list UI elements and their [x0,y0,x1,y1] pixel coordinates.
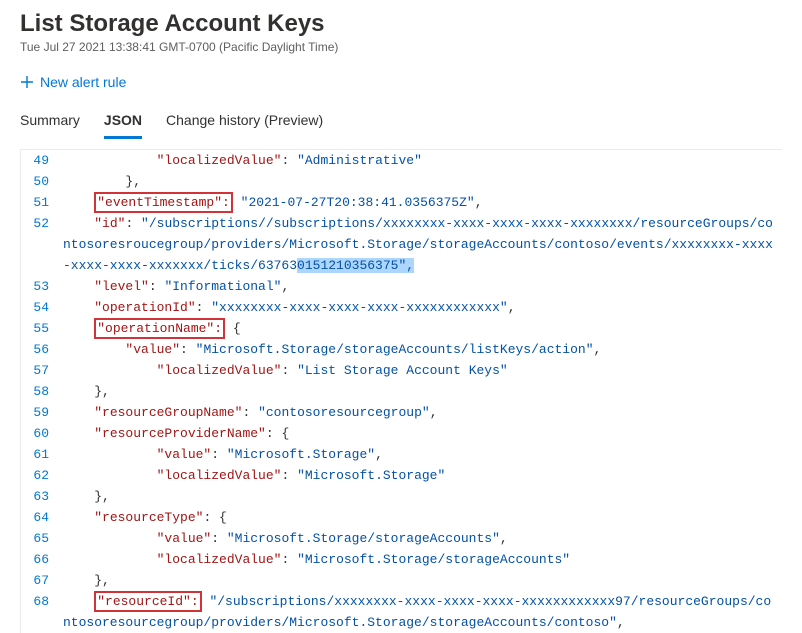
tab-bar: Summary JSON Change history (Preview) [0,104,802,139]
line-number: 49 [21,150,63,171]
code-line: 49 "localizedValue": "Administrative" [21,150,782,171]
line-number: 51 [21,192,63,213]
code-line: 51 "eventTimestamp": "2021-07-27T20:38:4… [21,192,782,213]
code-line: 55 "operationName": { [21,318,782,339]
new-alert-button[interactable]: New alert rule [20,74,126,90]
plus-icon [20,75,34,89]
code-line: 67 }, [21,570,782,591]
code-line: 64 "resourceType": { [21,507,782,528]
code-line: 52 "id": "/subscriptions//subscriptions/… [21,213,782,276]
code-line: 65 "value": "Microsoft.Storage/storageAc… [21,528,782,549]
code-line: 54 "operationId": "xxxxxxxx-xxxx-xxxx-xx… [21,297,782,318]
page-title: List Storage Account Keys [20,10,782,38]
line-number: 57 [21,360,63,381]
code-line: 66 "localizedValue": "Microsoft.Storage/… [21,549,782,570]
line-number: 67 [21,570,63,591]
line-number: 54 [21,297,63,318]
json-viewer[interactable]: 49 "localizedValue": "Administrative" 50… [20,149,782,633]
highlight-box-resource-id: "resourceId": [94,591,201,612]
line-number: 65 [21,528,63,549]
line-number: 58 [21,381,63,402]
tab-summary[interactable]: Summary [20,104,80,139]
code-line: 60 "resourceProviderName": { [21,423,782,444]
page-header: List Storage Account Keys Tue Jul 27 202… [0,0,802,60]
line-number: 55 [21,318,63,339]
highlight-box-operation-name: "operationName": [94,318,225,339]
line-number: 64 [21,507,63,528]
toolbar: New alert rule [0,60,802,104]
tab-change-history[interactable]: Change history (Preview) [166,104,323,139]
line-number: 63 [21,486,63,507]
code-line: 53 "level": "Informational", [21,276,782,297]
code-line: 57 "localizedValue": "List Storage Accou… [21,360,782,381]
line-number: 52 [21,213,63,234]
highlight-box-event-timestamp: "eventTimestamp": [94,192,233,213]
line-number: 59 [21,402,63,423]
code-line: 58 }, [21,381,782,402]
tab-json[interactable]: JSON [104,104,142,139]
new-alert-label: New alert rule [40,74,126,90]
line-number: 60 [21,423,63,444]
line-number: 61 [21,444,63,465]
code-line: 62 "localizedValue": "Microsoft.Storage" [21,465,782,486]
line-number: 62 [21,465,63,486]
code-line: 68 "resourceId": "/subscriptions/xxxxxxx… [21,591,782,633]
line-number: 68 [21,591,63,612]
code-line: 63 }, [21,486,782,507]
line-number: 53 [21,276,63,297]
line-number: 50 [21,171,63,192]
line-number: 66 [21,549,63,570]
page-timestamp: Tue Jul 27 2021 13:38:41 GMT-0700 (Pacif… [20,40,782,54]
text-selection: 0151210356375" [297,258,406,273]
code-line: 50 }, [21,171,782,192]
line-number: 56 [21,339,63,360]
code-line: 59 "resourceGroupName": "contosoresource… [21,402,782,423]
code-line: 56 "value": "Microsoft.Storage/storageAc… [21,339,782,360]
code-line: 61 "value": "Microsoft.Storage", [21,444,782,465]
